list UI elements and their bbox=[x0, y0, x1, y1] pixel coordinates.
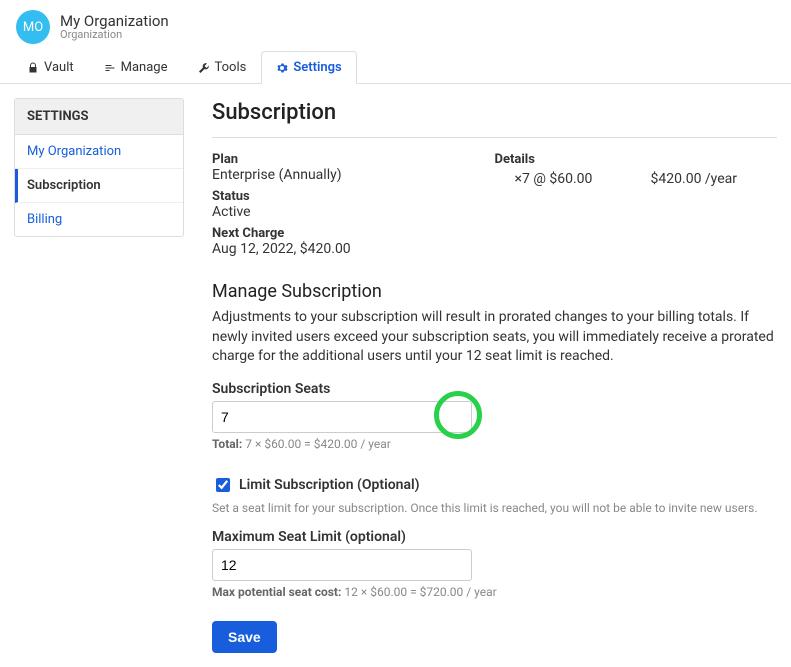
tab-label: Tools bbox=[215, 60, 247, 75]
plan-block: Plan Enterprise (Annually) Status Active… bbox=[212, 137, 777, 261]
status-value: Active bbox=[212, 204, 495, 220]
next-charge-label: Next Charge bbox=[212, 226, 495, 241]
org-header: MO My Organization Organization bbox=[0, 0, 791, 50]
main-tabs: Vault Manage Tools Settings bbox=[0, 50, 791, 84]
manage-heading: Manage Subscription bbox=[212, 281, 777, 302]
tab-vault[interactable]: Vault bbox=[12, 51, 89, 84]
max-hint: Max potential seat cost: 12 × $60.00 = $… bbox=[212, 585, 777, 599]
settings-sidebar: SETTINGS My Organization Subscription Bi… bbox=[14, 98, 184, 237]
sidebar-heading: SETTINGS bbox=[15, 99, 183, 135]
plan-label: Plan bbox=[212, 152, 495, 167]
manage-desc: Adjustments to your subscription will re… bbox=[212, 308, 777, 367]
next-charge-value: Aug 12, 2022, $420.00 bbox=[212, 241, 495, 257]
lock-icon bbox=[27, 62, 39, 74]
sidebar-item-my-org[interactable]: My Organization bbox=[15, 135, 183, 169]
max-label: Maximum Seat Limit (optional) bbox=[212, 529, 777, 545]
sidebar-item-billing[interactable]: Billing bbox=[15, 203, 183, 236]
save-button[interactable]: Save bbox=[212, 621, 277, 653]
limit-desc: Set a seat limit for your subscription. … bbox=[212, 501, 777, 515]
max-input[interactable] bbox=[212, 549, 472, 581]
tab-label: Settings bbox=[293, 60, 341, 75]
seats-hint: Total: 7 × $60.00 = $420.00 / year bbox=[212, 437, 777, 451]
details-label: Details bbox=[495, 152, 778, 167]
wrench-icon bbox=[198, 62, 210, 74]
tab-settings[interactable]: Settings bbox=[261, 51, 356, 84]
tab-tools[interactable]: Tools bbox=[183, 51, 262, 84]
main-content: Subscription Plan Enterprise (Annually) … bbox=[212, 98, 777, 653]
org-sublabel: Organization bbox=[60, 29, 169, 41]
plan-value: Enterprise (Annually) bbox=[212, 167, 495, 183]
limit-label: Limit Subscription (Optional) bbox=[239, 477, 420, 493]
sidebar-item-subscription[interactable]: Subscription bbox=[15, 169, 183, 203]
limit-checkbox[interactable] bbox=[216, 478, 230, 492]
seats-label: Subscription Seats bbox=[212, 381, 777, 397]
details-qty: ×7 @ $60.00 bbox=[495, 171, 593, 187]
page-title: Subscription bbox=[212, 100, 777, 125]
status-label: Status bbox=[212, 189, 495, 204]
sliders-icon bbox=[104, 62, 116, 74]
tab-label: Manage bbox=[121, 60, 168, 75]
gears-icon bbox=[276, 62, 288, 74]
tab-label: Vault bbox=[44, 60, 74, 75]
org-name: My Organization bbox=[60, 13, 169, 30]
details-total: $420.00 /year bbox=[651, 171, 777, 187]
seats-input[interactable] bbox=[212, 401, 472, 433]
avatar: MO bbox=[16, 10, 50, 44]
tab-manage[interactable]: Manage bbox=[89, 51, 183, 84]
